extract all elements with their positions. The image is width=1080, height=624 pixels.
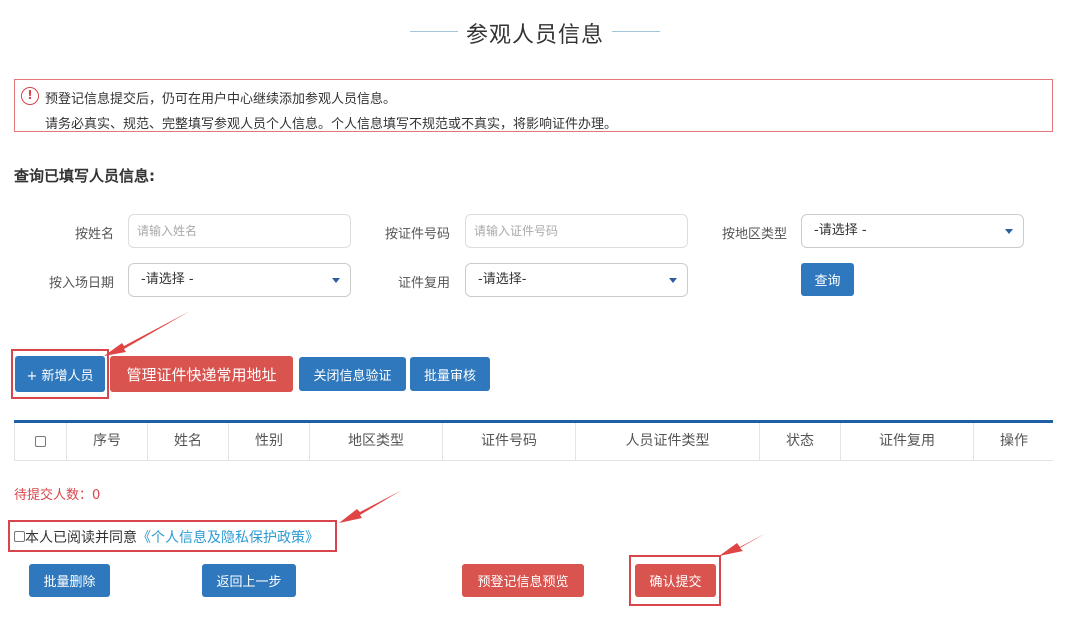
arrow-to-add-button [104, 311, 190, 356]
annotation-arrows [104, 311, 766, 556]
arrow-to-confirm [719, 533, 766, 556]
arrow-to-agree [339, 490, 402, 523]
